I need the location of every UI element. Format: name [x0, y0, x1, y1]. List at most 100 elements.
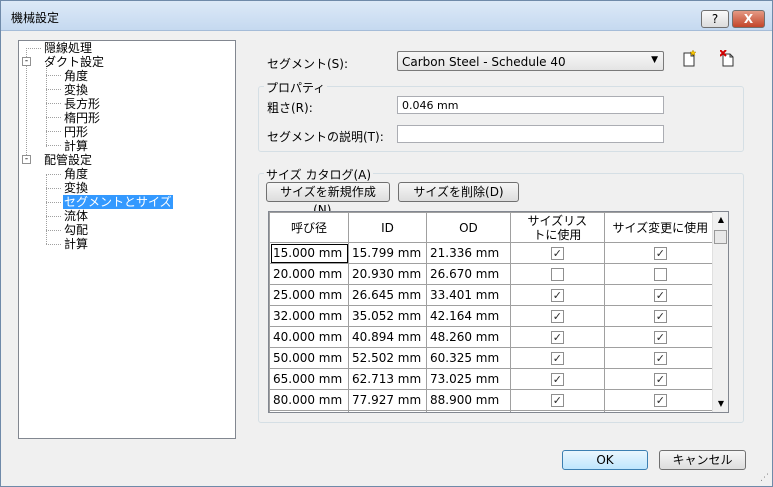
close-button[interactable]: X — [732, 10, 765, 28]
expand-pipe-settings-icon[interactable]: - — [22, 155, 31, 164]
cell-id[interactable]: 20.930 mm — [348, 263, 427, 285]
cell-od[interactable]: 48.260 mm — [426, 326, 511, 348]
col-header-used-in-sizing[interactable]: サイズ変更に使用 — [603, 212, 717, 243]
tree-item-duct-settings[interactable]: ダクト設定 — [44, 55, 104, 69]
table-row[interactable]: 25.000 mm 26.645 mm 33.401 mm ✓ ✓ — [269, 284, 717, 306]
checkbox[interactable]: ✓ — [653, 310, 667, 323]
col-header-od[interactable]: OD — [426, 212, 511, 243]
cell-od[interactable]: 60.325 mm — [426, 347, 511, 369]
cell-nominal[interactable]: 65.000 mm — [269, 368, 349, 390]
checkbox[interactable]: ✓ — [550, 331, 564, 344]
scroll-thumb[interactable] — [714, 230, 727, 244]
cell-used-in-size-lists: ✓ — [509, 284, 605, 306]
settings-tree[interactable]: - - 隠線処理 ダクト設定 角度 変換 長方形 楕円形 円形 計算 配管設定 … — [18, 40, 236, 439]
cell-id[interactable]: 77.927 mm — [348, 389, 427, 411]
table-row[interactable]: 50.000 mm 52.502 mm 60.325 mm ✓ ✓ — [269, 347, 717, 369]
checkbox[interactable]: ✓ — [653, 247, 667, 260]
tree-item-duct-round[interactable]: 円形 — [64, 125, 88, 139]
checkbox[interactable]: ✓ — [550, 247, 564, 260]
checkbox[interactable]: ✓ — [550, 373, 564, 386]
segment-description-input[interactable] — [397, 125, 664, 143]
table-row[interactable]: 32.000 mm 35.052 mm 42.164 mm ✓ ✓ — [269, 305, 717, 327]
tree-item-pipe-conversion[interactable]: 変換 — [64, 181, 88, 195]
new-segment-icon[interactable] — [681, 49, 697, 68]
cell-id[interactable]: 62.713 mm — [348, 368, 427, 390]
chevron-down-icon: ▼ — [651, 55, 658, 65]
cell-nominal[interactable]: 15.000 mm — [269, 242, 349, 264]
tree-item-segments-and-sizes[interactable]: セグメントとサイズ — [63, 195, 173, 209]
cell-nominal[interactable]: 40.000 mm — [269, 326, 349, 348]
cell-nominal[interactable]: 32.000 mm — [269, 305, 349, 327]
checkbox[interactable]: ✓ — [653, 289, 667, 302]
cell-used-in-sizing: ✓ — [603, 368, 717, 390]
table-row[interactable]: 90.000 mm90.119 mm101.600 mm✓✓ — [269, 410, 717, 412]
checkbox[interactable]: ✓ — [653, 352, 667, 365]
cell-od[interactable]: 101.600 mm — [426, 410, 511, 412]
cell-od[interactable]: 42.164 mm — [426, 305, 511, 327]
ok-button[interactable]: OK — [562, 450, 648, 470]
tree-item-pipe-calculation[interactable]: 計算 — [64, 237, 88, 251]
cell-id[interactable]: 40.894 mm — [348, 326, 427, 348]
segment-dropdown[interactable]: Carbon Steel - Schedule 40 ▼ — [397, 51, 664, 71]
delete-segment-icon[interactable] — [719, 49, 736, 68]
cell-od[interactable]: 73.025 mm — [426, 368, 511, 390]
cell-used-in-sizing: ✓ — [603, 326, 717, 348]
checkbox[interactable]: ✓ — [550, 310, 564, 323]
cell-used-in-size-lists: ✓ — [509, 368, 605, 390]
cell-id[interactable]: 52.502 mm — [348, 347, 427, 369]
new-size-button[interactable]: サイズを新規作成(N)... — [266, 182, 390, 217]
tree-item-duct-angle[interactable]: 角度 — [64, 69, 88, 83]
resize-grip-icon[interactable]: ⋰ — [760, 473, 769, 483]
checkbox[interactable]: ✓ — [653, 331, 667, 344]
grid-vertical-scrollbar[interactable]: ▲ ▼ — [712, 212, 728, 412]
checkbox[interactable] — [550, 268, 564, 281]
cell-id[interactable]: 35.052 mm — [348, 305, 427, 327]
delete-size-button[interactable]: サイズを削除(D) — [398, 182, 519, 202]
checkbox[interactable]: ✓ — [653, 394, 667, 407]
cell-id[interactable]: 90.119 mm — [348, 410, 427, 412]
table-row[interactable]: 15.000 mm 15.799 mm 21.336 mm ✓ ✓ — [269, 242, 717, 264]
col-header-used-in-size-lists[interactable]: サイズリストに使用 — [509, 212, 605, 243]
tree-item-pipe-settings[interactable]: 配管設定 — [44, 153, 92, 167]
cell-nominal[interactable]: 20.000 mm — [269, 263, 349, 285]
cell-id[interactable]: 15.799 mm — [348, 242, 427, 264]
scroll-down-icon[interactable]: ▼ — [713, 396, 729, 412]
checkbox[interactable]: ✓ — [653, 373, 667, 386]
cell-od[interactable]: 26.670 mm — [426, 263, 511, 285]
tree-item-duct-rectangular[interactable]: 長方形 — [64, 97, 100, 111]
cell-od[interactable]: 88.900 mm — [426, 389, 511, 411]
cell-used-in-sizing: ✓ — [603, 410, 717, 412]
cell-nominal[interactable]: 25.000 mm — [269, 284, 349, 306]
tree-item-duct-conversion[interactable]: 変換 — [64, 83, 88, 97]
size-catalog-grid[interactable]: 呼び径 ID OD サイズリストに使用 サイズ変更に使用 15.000 mm 15… — [268, 211, 729, 413]
tree-item-slope[interactable]: 勾配 — [64, 223, 88, 237]
table-row[interactable]: 65.000 mm 62.713 mm 73.025 mm ✓ ✓ — [269, 368, 717, 390]
scroll-up-icon[interactable]: ▲ — [713, 212, 729, 228]
cell-used-in-size-lists: ✓ — [509, 326, 605, 348]
table-row[interactable]: 40.000 mm 40.894 mm 48.260 mm ✓ ✓ — [269, 326, 717, 348]
checkbox[interactable]: ✓ — [550, 352, 564, 365]
tree-item-fluids[interactable]: 流体 — [64, 209, 88, 223]
col-header-nominal[interactable]: 呼び径 — [269, 212, 349, 243]
checkbox[interactable] — [653, 268, 667, 281]
cell-od[interactable]: 33.401 mm — [426, 284, 511, 306]
cell-nominal[interactable]: 80.000 mm — [269, 389, 349, 411]
checkbox[interactable]: ✓ — [550, 289, 564, 302]
segment-label: セグメント(S): — [267, 57, 349, 71]
expand-duct-settings-icon[interactable]: - — [22, 57, 31, 66]
tree-item-duct-oval[interactable]: 楕円形 — [64, 111, 100, 125]
roughness-input[interactable]: 0.046 mm — [397, 96, 664, 114]
cancel-button[interactable]: キャンセル — [659, 450, 746, 470]
tree-item-duct-calculation[interactable]: 計算 — [64, 139, 88, 153]
tree-item-pipe-angle[interactable]: 角度 — [64, 167, 88, 181]
table-row[interactable]: 20.000 mm 20.930 mm 26.670 mm — [269, 263, 717, 285]
table-row[interactable]: 80.000 mm 77.927 mm 88.900 mm ✓ ✓ — [269, 389, 717, 411]
cell-id[interactable]: 26.645 mm — [348, 284, 427, 306]
cell-od[interactable]: 21.336 mm — [426, 242, 511, 264]
cell-nominal[interactable]: 90.000 mm — [269, 410, 349, 412]
help-button[interactable]: ? — [701, 10, 729, 28]
checkbox[interactable]: ✓ — [550, 394, 564, 407]
tree-item-hidden-lines[interactable]: 隠線処理 — [44, 41, 92, 55]
col-header-id[interactable]: ID — [348, 212, 427, 243]
cell-nominal[interactable]: 50.000 mm — [269, 347, 349, 369]
